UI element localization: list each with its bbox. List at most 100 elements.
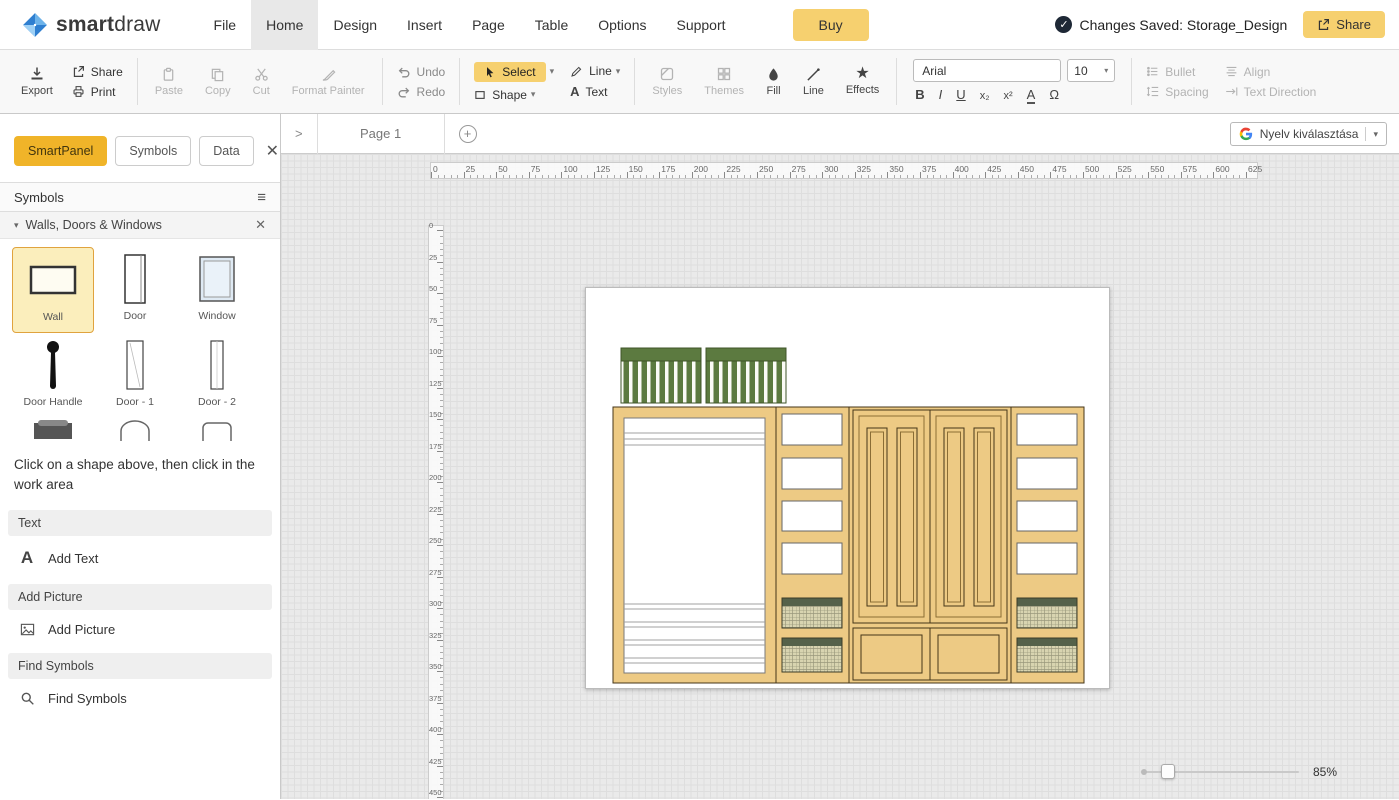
zoom-slider-handle[interactable] xyxy=(1161,764,1175,779)
tab-symbols[interactable]: Symbols xyxy=(115,136,191,166)
italic-button[interactable]: I xyxy=(939,87,943,102)
insert-symbol-button[interactable]: Ω xyxy=(1049,87,1059,102)
symbols-menu-icon[interactable]: ≡ xyxy=(257,189,266,206)
buy-button[interactable]: Buy xyxy=(793,9,869,41)
tab-smartpanel[interactable]: SmartPanel xyxy=(14,136,107,166)
select-shape-group: Select ▾ Shape ▾ xyxy=(466,50,562,113)
menu-support[interactable]: Support xyxy=(661,0,740,50)
styles-label: Styles xyxy=(652,85,682,97)
symbol-window[interactable]: Window xyxy=(176,247,258,333)
toolbar-share-button[interactable]: Share xyxy=(72,65,123,79)
shape-dropdown-arrow[interactable]: ▾ xyxy=(531,89,536,100)
add-text-button[interactable]: A Add Text xyxy=(0,536,280,568)
category-close-icon[interactable]: ✕ xyxy=(255,217,266,233)
copy-button[interactable]: Copy xyxy=(194,50,242,113)
effects-button[interactable]: ★ Effects xyxy=(835,50,890,113)
symbol-category-row[interactable]: ▾ Walls, Doors & Windows ✕ xyxy=(0,212,280,239)
partial-symbol-icon[interactable] xyxy=(12,419,94,441)
cut-label: Cut xyxy=(253,85,270,97)
language-selector[interactable]: Nyelv kiválasztása ▾ xyxy=(1230,122,1387,146)
share-button[interactable]: Share xyxy=(1303,11,1385,38)
align-button[interactable]: Align xyxy=(1225,65,1317,79)
undo-button[interactable]: Undo xyxy=(397,65,446,79)
symbol-door[interactable]: Door xyxy=(94,247,176,333)
font-color-button[interactable]: A xyxy=(1027,87,1036,104)
spacing-button[interactable]: Spacing xyxy=(1146,85,1208,99)
page-tab[interactable]: Page 1 xyxy=(317,114,445,154)
font-family-input[interactable] xyxy=(913,59,1061,82)
partial-symbol-icon[interactable] xyxy=(176,419,258,441)
text-tool-label: Text xyxy=(586,85,608,99)
bullet-spacing-group: Bullet Spacing xyxy=(1138,50,1216,113)
zoom-slider[interactable] xyxy=(1143,771,1299,773)
format-painter-button[interactable]: Format Painter xyxy=(281,50,376,113)
bullet-button[interactable]: Bullet xyxy=(1146,65,1208,79)
find-symbols-button[interactable]: Find Symbols xyxy=(0,679,280,706)
themes-label: Themes xyxy=(704,85,744,97)
menu-file[interactable]: File xyxy=(199,0,252,50)
superscript-button[interactable]: x² xyxy=(1003,90,1012,102)
line-style-label: Line xyxy=(803,85,824,97)
menu-options[interactable]: Options xyxy=(583,0,661,50)
export-button[interactable]: Export xyxy=(10,50,64,113)
export-label: Export xyxy=(21,85,53,97)
themes-button[interactable]: Themes xyxy=(693,50,755,113)
line-style-icon xyxy=(806,67,821,82)
toolbar-separator xyxy=(382,58,383,105)
line-style-button[interactable]: Line xyxy=(792,50,835,113)
language-selector-label: Nyelv kiválasztása xyxy=(1260,127,1359,141)
symbol-door-handle[interactable]: Door Handle xyxy=(12,333,94,419)
redo-button[interactable]: Redo xyxy=(397,85,446,99)
category-collapse-icon[interactable]: ▾ xyxy=(14,220,19,231)
menu-insert[interactable]: Insert xyxy=(392,0,457,50)
menu-design[interactable]: Design xyxy=(318,0,392,50)
fill-icon xyxy=(766,67,781,82)
undo-icon xyxy=(397,65,411,79)
select-tool-button[interactable]: Select xyxy=(474,62,545,82)
search-icon xyxy=(18,691,36,706)
menu-page[interactable]: Page xyxy=(457,0,520,50)
ruler-horizontal: 0255075100125150175200225250275300325350… xyxy=(430,162,1258,179)
styles-button[interactable]: Styles xyxy=(641,50,693,113)
line-dropdown-arrow[interactable]: ▾ xyxy=(616,66,621,77)
menu-table[interactable]: Table xyxy=(520,0,583,50)
underline-button[interactable]: U xyxy=(956,87,965,102)
paste-button[interactable]: Paste xyxy=(144,50,194,113)
tab-data[interactable]: Data xyxy=(199,136,253,166)
add-picture-button[interactable]: Add Picture xyxy=(0,610,280,637)
symbol-label: Door - 2 xyxy=(198,396,236,408)
star-icon: ★ xyxy=(855,67,869,81)
cut-button[interactable]: Cut xyxy=(242,50,281,113)
menu-home[interactable]: Home xyxy=(251,0,318,50)
toolbar-share-icon xyxy=(72,65,85,78)
select-dropdown-arrow[interactable]: ▾ xyxy=(550,66,555,77)
closet-drawing[interactable] xyxy=(586,288,1109,688)
drawing-page[interactable] xyxy=(585,287,1110,689)
subscript-button[interactable]: x₂ xyxy=(980,90,990,102)
main-area: SmartPanel Symbols Data ✕ Symbols ≡ ▾ Wa… xyxy=(0,114,1399,799)
copy-label: Copy xyxy=(205,85,231,97)
page-prev-button[interactable]: > xyxy=(281,126,317,141)
copy-icon xyxy=(210,67,225,82)
font-size-select[interactable]: 10 ▾ xyxy=(1067,59,1115,82)
symbol-wall[interactable]: Wall xyxy=(12,247,94,333)
symbol-door-1[interactable]: Door - 1 xyxy=(94,333,176,419)
bold-button[interactable]: B xyxy=(915,87,924,102)
drawing-grid[interactable]: 0255075100125150175200225250275300325350… xyxy=(281,154,1399,799)
add-page-button[interactable]: + xyxy=(459,125,477,143)
print-button[interactable]: Print xyxy=(72,85,123,99)
toolbar-separator xyxy=(459,58,460,105)
text-direction-button[interactable]: Text Direction xyxy=(1225,85,1317,99)
panel-tabs: SmartPanel Symbols Data ✕ xyxy=(0,114,280,182)
line-tool-button[interactable]: Line xyxy=(570,64,612,78)
panel-close-icon[interactable]: ✕ xyxy=(262,141,283,161)
shape-tool-button[interactable]: Shape xyxy=(474,88,527,102)
partial-symbol-icon[interactable] xyxy=(94,419,176,441)
share-icon xyxy=(1317,18,1330,31)
smartdraw-logo[interactable]: smartdraw xyxy=(22,12,161,38)
styles-icon xyxy=(659,66,675,82)
text-tool-button[interactable]: A Text xyxy=(570,84,620,99)
share-print-group: Share Print xyxy=(64,50,131,113)
fill-button[interactable]: Fill xyxy=(755,50,792,113)
symbol-door-2[interactable]: Door - 2 xyxy=(176,333,258,419)
